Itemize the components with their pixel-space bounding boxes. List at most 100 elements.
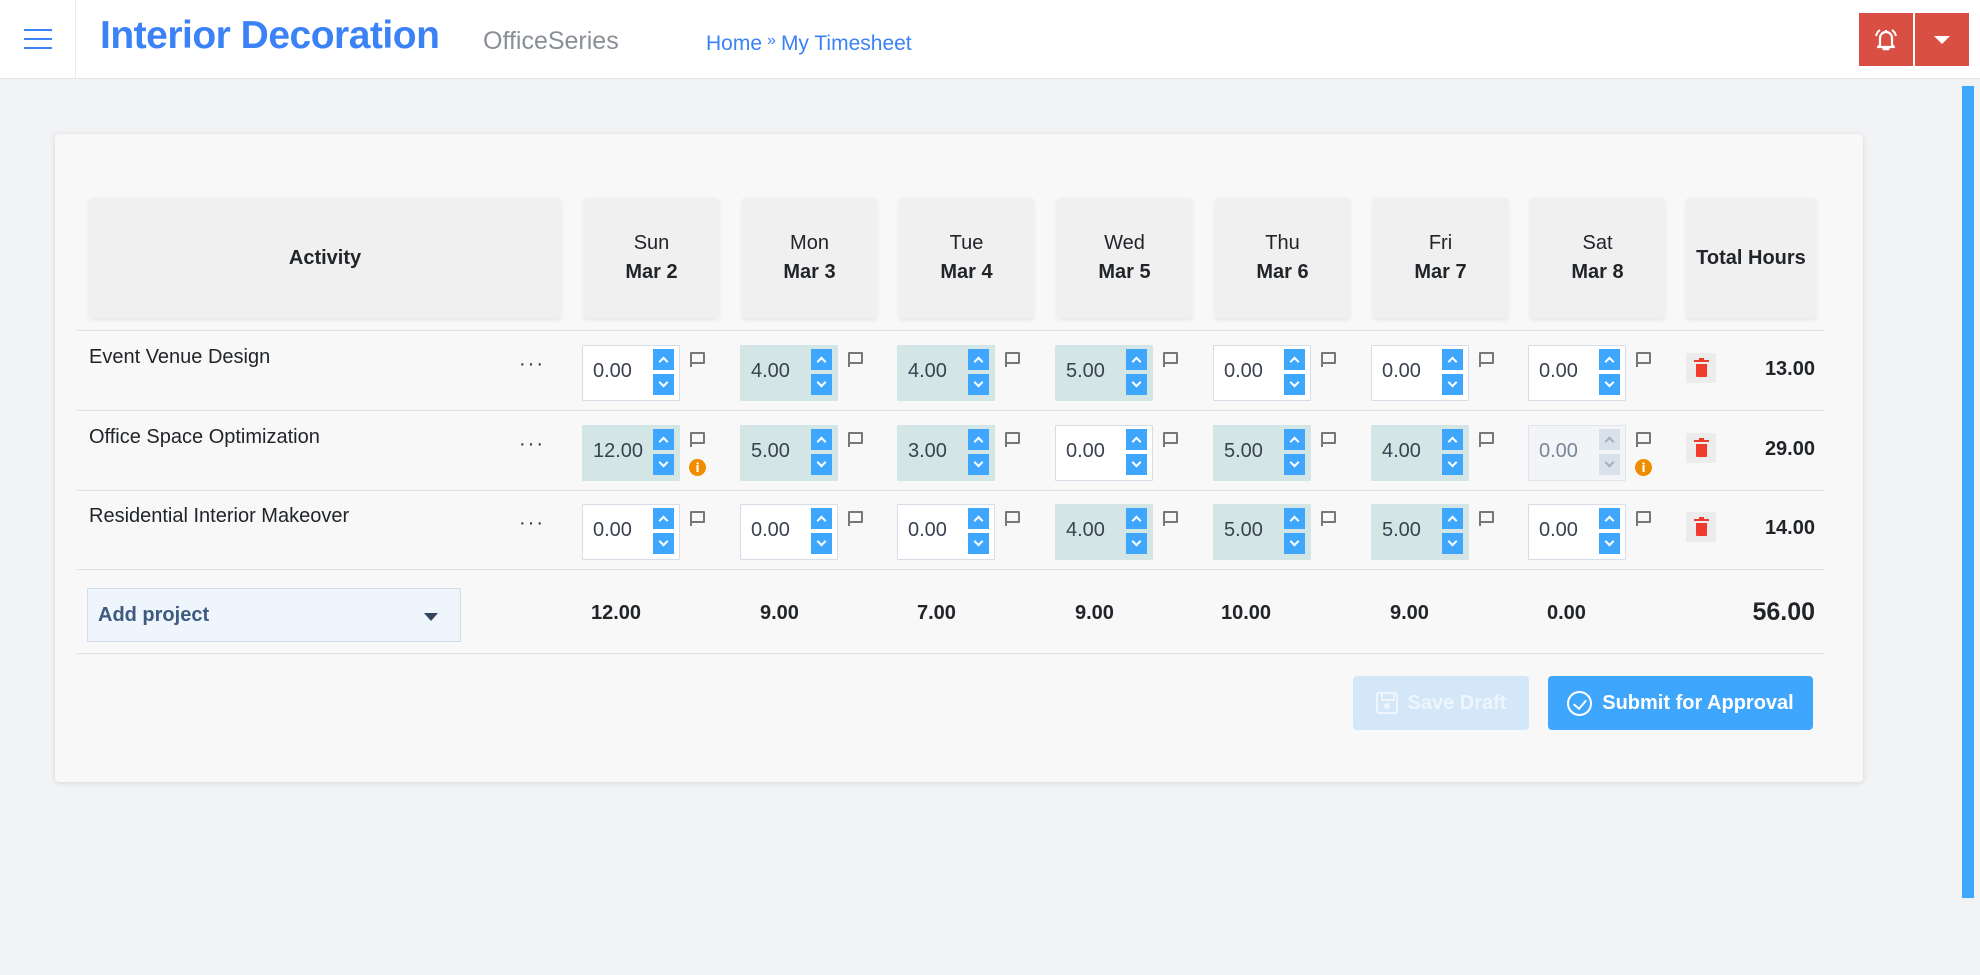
increment-button[interactable]	[1126, 508, 1147, 529]
increment-button[interactable]	[1126, 349, 1147, 370]
hours-input[interactable]: 4.00	[1055, 504, 1153, 560]
increment-button[interactable]	[811, 349, 832, 370]
comment-icon[interactable]	[690, 352, 705, 367]
decrement-button[interactable]	[653, 454, 674, 475]
comment-icon[interactable]	[1163, 432, 1178, 447]
increment-button[interactable]	[653, 349, 674, 370]
hours-input[interactable]: 3.00	[897, 425, 995, 481]
decrement-button[interactable]	[1126, 533, 1147, 554]
increment-button[interactable]	[653, 429, 674, 450]
chevron-up-icon	[1447, 356, 1458, 367]
comment-icon[interactable]	[1163, 511, 1178, 526]
increment-button[interactable]	[968, 429, 989, 450]
row-options-button[interactable]: ···	[519, 433, 545, 456]
day-column-header: Tue Mar 4	[899, 198, 1034, 318]
comment-icon[interactable]	[1636, 511, 1651, 526]
decrement-button[interactable]	[968, 374, 989, 395]
save-draft-button[interactable]: Save Draft	[1353, 676, 1529, 730]
decrement-button[interactable]	[1284, 454, 1305, 475]
comment-icon[interactable]	[1479, 432, 1494, 447]
comment-icon[interactable]	[1005, 352, 1020, 367]
comment-icon[interactable]	[690, 432, 705, 447]
delete-row-button[interactable]	[1686, 433, 1716, 463]
decrement-button[interactable]	[968, 454, 989, 475]
decrement-button[interactable]	[1442, 374, 1463, 395]
increment-button[interactable]	[968, 349, 989, 370]
hours-input[interactable]: 0.00	[582, 345, 680, 401]
row-options-button[interactable]: ···	[519, 353, 545, 376]
hours-input[interactable]: 4.00	[1371, 425, 1469, 481]
hours-input[interactable]: 0.00	[1055, 425, 1153, 481]
decrement-button[interactable]	[1126, 454, 1147, 475]
increment-button[interactable]	[1599, 508, 1620, 529]
hours-input[interactable]: 4.00	[897, 345, 995, 401]
decrement-button[interactable]	[811, 454, 832, 475]
increment-button[interactable]	[1284, 349, 1305, 370]
increment-button[interactable]	[811, 508, 832, 529]
decrement-button[interactable]	[811, 374, 832, 395]
hours-input[interactable]: 5.00	[1213, 425, 1311, 481]
comment-icon[interactable]	[1636, 352, 1651, 367]
delete-row-button[interactable]	[1686, 512, 1716, 542]
comment-icon[interactable]	[848, 432, 863, 447]
decrement-button[interactable]	[1599, 533, 1620, 554]
breadcrumb-my-timesheet[interactable]: My Timesheet	[781, 32, 912, 56]
comment-icon[interactable]	[1163, 352, 1178, 367]
page-scrollbar[interactable]	[1962, 86, 1974, 898]
comment-icon[interactable]	[1479, 511, 1494, 526]
increment-button[interactable]	[1284, 429, 1305, 450]
comment-icon[interactable]	[1321, 511, 1336, 526]
increment-button[interactable]	[1442, 508, 1463, 529]
increment-button[interactable]	[1442, 349, 1463, 370]
decrement-button[interactable]	[1442, 533, 1463, 554]
hours-input[interactable]: 0.00	[740, 504, 838, 560]
hours-input[interactable]: 0.00	[1371, 345, 1469, 401]
delete-row-button[interactable]	[1686, 353, 1716, 383]
hours-input[interactable]: 0.00	[1528, 345, 1626, 401]
comment-icon[interactable]	[1479, 352, 1494, 367]
comment-icon[interactable]	[848, 352, 863, 367]
submit-for-approval-button[interactable]: Submit for Approval	[1548, 676, 1813, 730]
hours-input[interactable]: 5.00	[1055, 345, 1153, 401]
increment-button[interactable]	[1126, 429, 1147, 450]
hours-input[interactable]: 5.00	[1371, 504, 1469, 560]
comment-icon[interactable]	[1636, 432, 1651, 447]
warning-info-icon[interactable]: i	[689, 459, 706, 476]
decrement-button[interactable]	[1442, 454, 1463, 475]
comment-icon[interactable]	[1005, 511, 1020, 526]
decrement-button[interactable]	[811, 533, 832, 554]
decrement-button[interactable]	[1284, 374, 1305, 395]
comment-icon[interactable]	[1321, 432, 1336, 447]
notifications-button[interactable]	[1859, 13, 1913, 66]
increment-button[interactable]	[653, 508, 674, 529]
hours-input[interactable]: 5.00	[740, 425, 838, 481]
comment-icon[interactable]	[1321, 352, 1336, 367]
hours-input[interactable]: 5.00	[1213, 504, 1311, 560]
menu-toggle-button[interactable]	[0, 0, 76, 78]
hours-input[interactable]: 12.00	[582, 425, 680, 481]
hours-input[interactable]: 0.00	[1528, 504, 1626, 560]
decrement-button[interactable]	[1284, 533, 1305, 554]
decrement-button[interactable]	[1599, 374, 1620, 395]
breadcrumb-home[interactable]: Home	[706, 32, 762, 56]
comment-icon[interactable]	[848, 511, 863, 526]
hours-input[interactable]: 4.00	[740, 345, 838, 401]
row-options-button[interactable]: ···	[519, 512, 545, 535]
increment-button[interactable]	[968, 508, 989, 529]
hours-input[interactable]: 0.00	[897, 504, 995, 560]
increment-button[interactable]	[1284, 508, 1305, 529]
add-project-select[interactable]: Add project	[87, 588, 461, 642]
hours-input[interactable]: 0.00	[582, 504, 680, 560]
decrement-button[interactable]	[968, 533, 989, 554]
warning-info-icon[interactable]: i	[1635, 459, 1652, 476]
decrement-button[interactable]	[1126, 374, 1147, 395]
comment-icon[interactable]	[1005, 432, 1020, 447]
hours-input[interactable]: 0.00	[1213, 345, 1311, 401]
decrement-button[interactable]	[653, 374, 674, 395]
comment-icon[interactable]	[690, 511, 705, 526]
user-menu-dropdown-button[interactable]	[1915, 13, 1969, 66]
increment-button[interactable]	[1599, 349, 1620, 370]
increment-button[interactable]	[1442, 429, 1463, 450]
increment-button[interactable]	[811, 429, 832, 450]
decrement-button[interactable]	[653, 533, 674, 554]
